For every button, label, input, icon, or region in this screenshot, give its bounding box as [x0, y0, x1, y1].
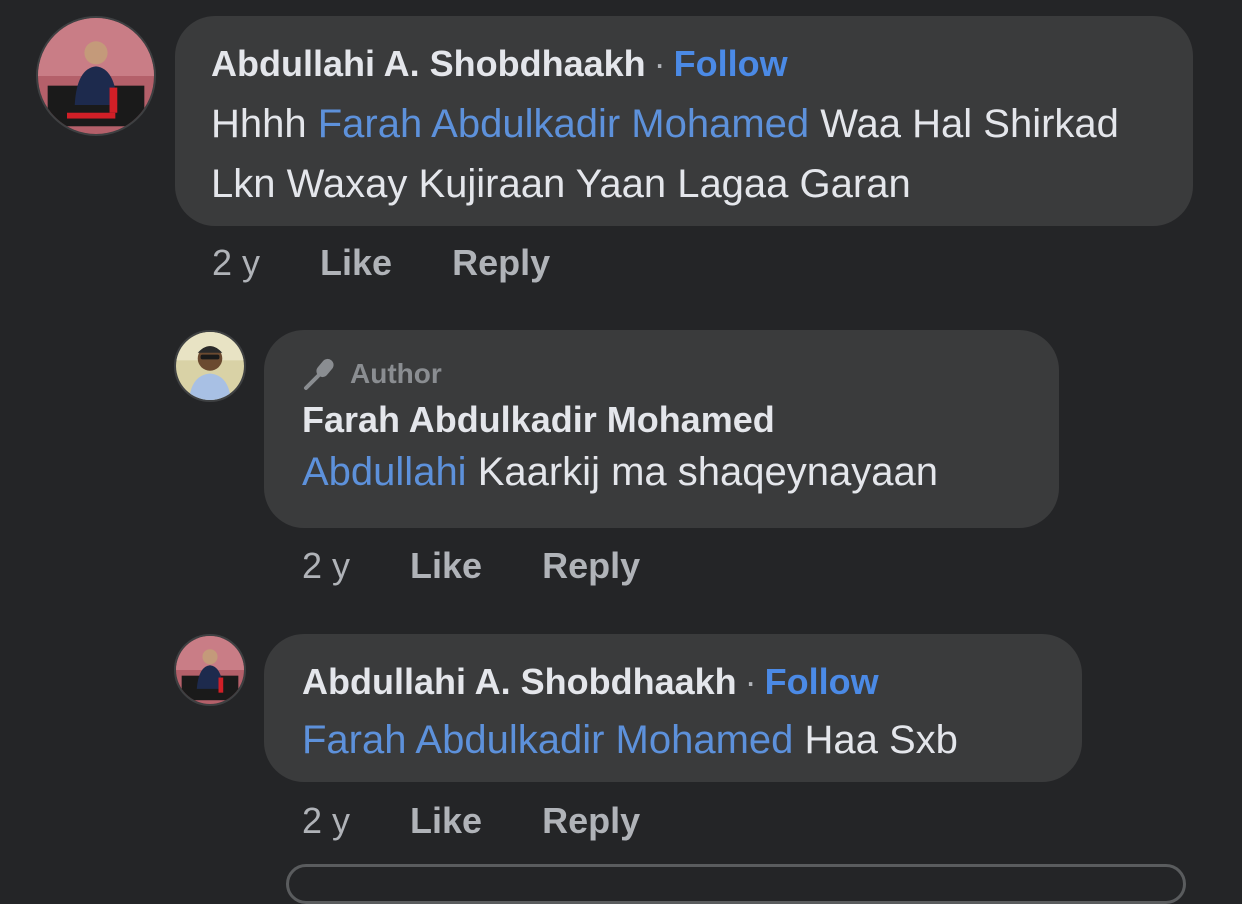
comment-text: Farah Abdulkadir Mohamed Haa Sxb — [302, 710, 1044, 770]
author-badge: Author — [302, 356, 1021, 392]
separator-dot: · — [744, 661, 757, 702]
avatar-image — [38, 18, 154, 134]
like-button[interactable]: Like — [410, 800, 482, 841]
comment-actions: 2 y Like Reply — [302, 800, 690, 842]
author-name[interactable]: Abdullahi A. Shobdhaakh — [211, 43, 646, 84]
mention-link[interactable]: Farah Abdulkadir Mohamed — [302, 718, 793, 762]
like-button[interactable]: Like — [410, 545, 482, 586]
badge-label: Author — [350, 358, 442, 389]
reply-button[interactable]: Reply — [542, 545, 640, 586]
author-line: Abdullahi A. Shobdhaakh · Follow — [302, 660, 1044, 704]
avatar[interactable] — [36, 16, 156, 136]
comment-body: Kaarkij ma shaqeynayaan — [466, 450, 938, 494]
avatar-image — [176, 332, 244, 400]
comment-text: Abdullahi Kaarkij ma shaqeynayaan — [302, 442, 1021, 502]
comment-prefix: Hhhh — [211, 102, 318, 146]
avatar[interactable] — [174, 634, 246, 706]
comment-actions: 2 y Like Reply — [302, 545, 690, 587]
follow-button[interactable]: Follow — [674, 43, 788, 84]
author-line: Farah Abdulkadir Mohamed — [302, 398, 1021, 442]
microphone-icon — [304, 358, 334, 390]
comment-text: Hhhh Farah Abdulkadir Mohamed Waa Hal Sh… — [211, 94, 1157, 214]
avatar-image — [176, 636, 244, 704]
timestamp[interactable]: 2 y — [212, 242, 260, 283]
author-line: Abdullahi A. Shobdhaakh · Follow — [211, 42, 1157, 86]
author-name[interactable]: Farah Abdulkadir Mohamed — [302, 399, 775, 440]
comment-body: Haa Sxb — [793, 718, 958, 762]
comment-bubble: Abdullahi A. Shobdhaakh · Follow Hhhh Fara… — [175, 16, 1193, 226]
timestamp[interactable]: 2 y — [302, 545, 350, 586]
avatar[interactable] — [174, 330, 246, 402]
reply-button[interactable]: Reply — [542, 800, 640, 841]
comment-bubble: Abdullahi A. Shobdhaakh · Follow Farah Abd… — [264, 634, 1082, 782]
separator-dot: · — [653, 43, 666, 84]
timestamp[interactable]: 2 y — [302, 800, 350, 841]
mention-link[interactable]: Farah Abdulkadir Mohamed — [318, 102, 809, 146]
reply-button[interactable]: Reply — [452, 242, 550, 283]
like-button[interactable]: Like — [320, 242, 392, 283]
follow-button[interactable]: Follow — [765, 661, 879, 702]
comment-actions: 2 y Like Reply — [212, 242, 600, 284]
reply-input-box[interactable] — [286, 864, 1186, 904]
mention-link[interactable]: Abdullahi — [302, 450, 467, 494]
comment-bubble: Author Farah Abdulkadir Mohamed Abdullah… — [264, 330, 1059, 528]
author-name[interactable]: Abdullahi A. Shobdhaakh — [302, 661, 737, 702]
